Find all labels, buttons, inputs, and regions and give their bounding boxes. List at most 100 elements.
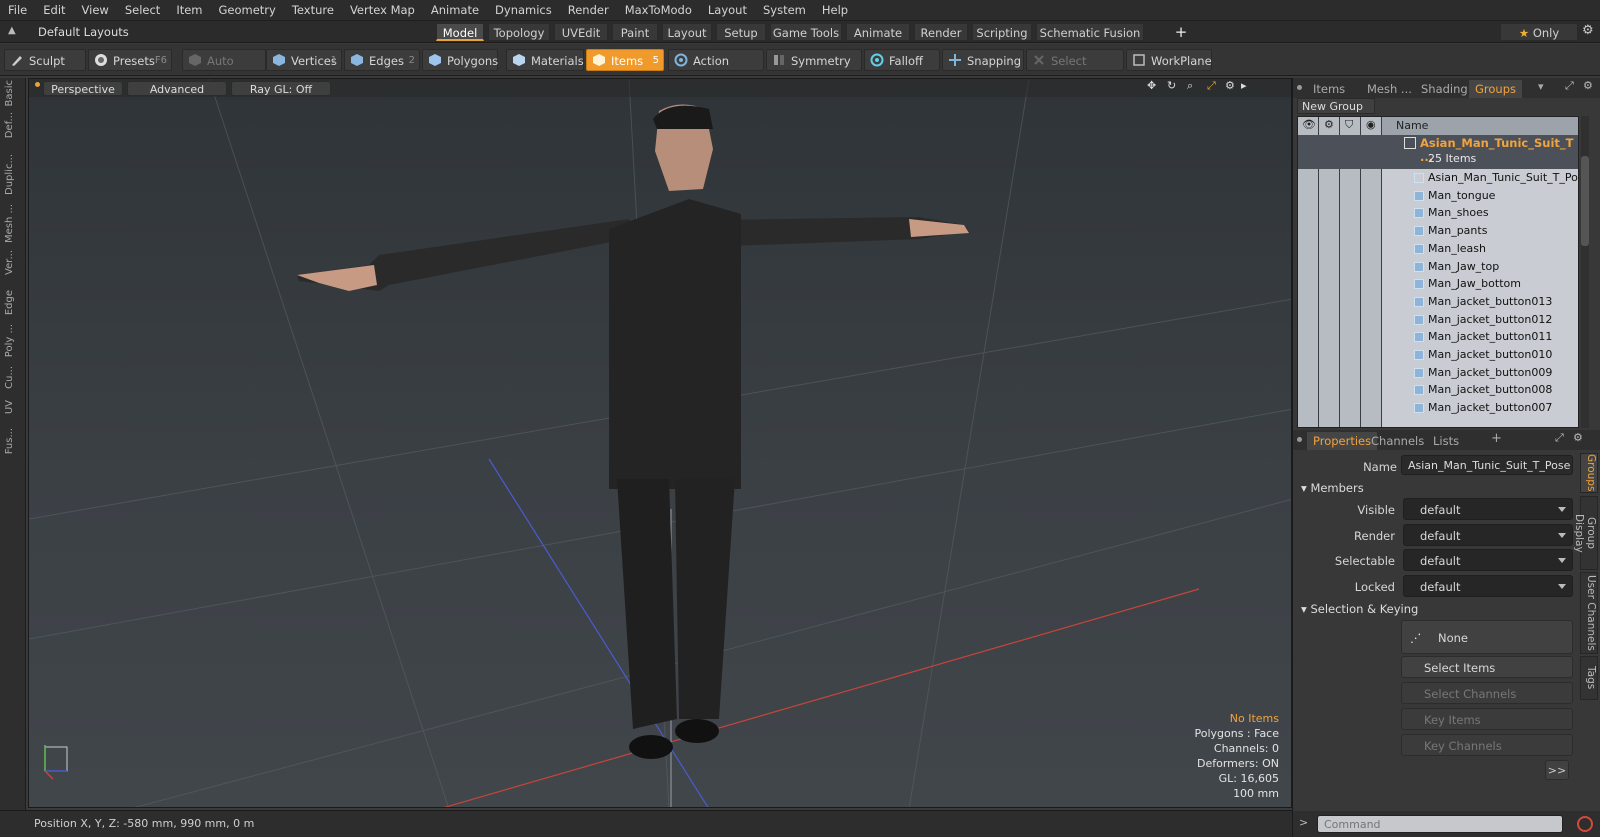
- new-group-button[interactable]: New Group: [1297, 98, 1375, 114]
- list-item[interactable]: Man_tongue: [1298, 187, 1578, 205]
- tab-game-tools[interactable]: Game Tools: [770, 23, 842, 41]
- viewport-gear-icon[interactable]: ⚙: [1225, 79, 1235, 92]
- visible-dropdown[interactable]: default: [1403, 498, 1573, 520]
- key-items-button[interactable]: Key Items: [1401, 708, 1573, 730]
- presets-button[interactable]: Presets F6: [88, 49, 172, 71]
- left-tab-1[interactable]: Def...: [4, 112, 22, 138]
- items-button[interactable]: Items 5: [586, 49, 664, 71]
- list-item[interactable]: Man_jacket_button008: [1298, 381, 1578, 399]
- list-item[interactable]: Man_Jaw_top: [1298, 258, 1578, 276]
- list-item[interactable]: Man_jacket_button007: [1298, 399, 1578, 417]
- menu-edit[interactable]: Edit: [35, 0, 73, 21]
- render-icon[interactable]: ⚙: [1324, 118, 1334, 131]
- name-field[interactable]: Asian_Man_Tunic_Suit_T_Pose (3: [1401, 455, 1573, 475]
- symmetry-button[interactable]: Symmetry: [766, 49, 862, 71]
- tabs-menu-chevron-icon[interactable]: ▾: [1538, 80, 1544, 93]
- list-item[interactable]: Man_jacket_button009: [1298, 364, 1578, 382]
- rotate-view-icon[interactable]: ↻: [1167, 79, 1176, 92]
- properties-add-tab[interactable]: +: [1491, 431, 1502, 446]
- selectable-dropdown[interactable]: default: [1403, 549, 1573, 571]
- workplane-button[interactable]: WorkPlane: [1126, 49, 1212, 71]
- 3d-viewport[interactable]: Perspective Advanced Ray GL: Off ✥ ↻ ⌕ ⤢…: [28, 78, 1292, 808]
- materials-button[interactable]: Materials: [506, 49, 584, 71]
- menu-view[interactable]: View: [74, 0, 117, 21]
- menu-system[interactable]: System: [755, 0, 814, 21]
- tab-model[interactable]: Model: [436, 23, 484, 41]
- panel-expand-icon[interactable]: ⤢: [1565, 79, 1574, 93]
- select-icon[interactable]: ◉: [1366, 118, 1376, 131]
- list-item[interactable]: Man_jacket_button010: [1298, 346, 1578, 364]
- side-tab-tags[interactable]: Tags: [1580, 656, 1598, 700]
- menu-file[interactable]: File: [0, 0, 35, 21]
- groups-tab-mesh[interactable]: Mesh ...: [1361, 80, 1418, 98]
- list-item[interactable]: Man_jacket_button011: [1298, 328, 1578, 346]
- tab-topology[interactable]: Topology: [488, 23, 550, 41]
- groups-tab-groups[interactable]: Groups: [1469, 80, 1523, 98]
- groups-tab-items[interactable]: Items: [1307, 80, 1351, 98]
- perspective-dropdown[interactable]: Perspective: [43, 81, 123, 96]
- side-tab-groups[interactable]: Groups: [1580, 453, 1598, 493]
- left-tab-7[interactable]: Cu...: [4, 366, 22, 389]
- menu-maxtomodo[interactable]: MaxToModo: [617, 0, 700, 21]
- properties-gear-icon[interactable]: ⚙: [1573, 431, 1583, 444]
- panel-dot-icon[interactable]: [1297, 85, 1302, 90]
- tab-paint[interactable]: Paint: [612, 23, 658, 41]
- snapping-button[interactable]: Snapping: [942, 49, 1024, 71]
- render-dropdown[interactable]: default: [1403, 524, 1573, 546]
- tab-scripting[interactable]: Scripting: [972, 23, 1032, 41]
- polygons-button[interactable]: Polygons: [422, 49, 498, 71]
- raygl-dropdown[interactable]: Ray GL: Off: [231, 81, 331, 96]
- list-item[interactable]: Man_jacket_button013: [1298, 293, 1578, 311]
- tab-setup[interactable]: Setup: [716, 23, 766, 41]
- list-item[interactable]: Man_shoes: [1298, 204, 1578, 222]
- advanced-dropdown[interactable]: Advanced: [127, 81, 227, 96]
- side-tab-group-display[interactable]: Group Display: [1573, 496, 1598, 570]
- more-button[interactable]: >>: [1545, 760, 1569, 780]
- tab-animate[interactable]: Animate: [846, 23, 910, 41]
- menu-help[interactable]: Help: [814, 0, 856, 21]
- tab-schematic-fusion[interactable]: Schematic Fusion: [1036, 23, 1144, 41]
- list-item[interactable]: Asian_Man_Tunic_Suit_T_Pose: [1298, 169, 1578, 187]
- left-tab-3[interactable]: Mesh ...: [4, 204, 22, 243]
- menu-item[interactable]: Item: [168, 0, 210, 21]
- left-tab-9[interactable]: Fus...: [4, 428, 22, 454]
- layout-expand-icon[interactable]: ▲: [8, 25, 16, 36]
- locked-dropdown[interactable]: default: [1403, 575, 1573, 597]
- left-tab-0[interactable]: Basic: [4, 80, 22, 106]
- menu-dynamics[interactable]: Dynamics: [487, 0, 560, 21]
- properties-tab-lists[interactable]: Lists: [1427, 432, 1465, 450]
- character-model[interactable]: [297, 104, 969, 759]
- list-item[interactable]: Man_pants: [1298, 222, 1578, 240]
- list-item[interactable]: Man_leash: [1298, 240, 1578, 258]
- fit-view-icon[interactable]: ⤢: [1207, 79, 1216, 93]
- list-item[interactable]: Man_Jaw_bottom: [1298, 275, 1578, 293]
- sculpt-button[interactable]: Sculpt: [4, 49, 86, 71]
- groups-tab-shading[interactable]: Shading: [1415, 80, 1474, 98]
- command-input[interactable]: [1317, 815, 1563, 833]
- menu-animate[interactable]: Animate: [423, 0, 487, 21]
- side-tab-user-channels[interactable]: User Channels: [1580, 572, 1598, 654]
- menu-render[interactable]: Render: [560, 0, 617, 21]
- none-button[interactable]: ⋰ None: [1401, 620, 1573, 654]
- visibility-eye-icon[interactable]: 👁: [1302, 118, 1316, 131]
- edges-button[interactable]: Edges 2: [344, 49, 420, 71]
- default-layouts-dropdown[interactable]: Default Layouts ▾: [28, 23, 138, 57]
- left-tab-2[interactable]: Duplic...: [4, 154, 22, 195]
- menu-select[interactable]: Select: [117, 0, 168, 21]
- left-tab-5[interactable]: Edge: [4, 290, 22, 315]
- auto-select-button[interactable]: Auto Select: [182, 49, 266, 90]
- tab-layout[interactable]: Layout: [662, 23, 712, 41]
- vertices-button[interactable]: Vertices 1: [266, 49, 342, 71]
- viewport-expand-icon[interactable]: ▸: [1241, 79, 1247, 92]
- properties-tab-channels[interactable]: Channels: [1365, 432, 1430, 450]
- record-icon[interactable]: [1577, 816, 1593, 832]
- left-tab-4[interactable]: Ver...: [4, 250, 22, 275]
- select-items-button[interactable]: Select Items: [1401, 656, 1573, 678]
- menu-geometry[interactable]: Geometry: [211, 0, 284, 21]
- menu-layout[interactable]: Layout: [700, 0, 755, 21]
- selection-keying-section[interactable]: ▾ Selection & Keying: [1301, 601, 1418, 617]
- select-through-button[interactable]: Select Through: [1026, 49, 1124, 90]
- menu-vertex-map[interactable]: Vertex Map: [342, 0, 423, 21]
- tab-uvedit[interactable]: UVEdit: [554, 23, 608, 41]
- tab-render[interactable]: Render: [914, 23, 968, 41]
